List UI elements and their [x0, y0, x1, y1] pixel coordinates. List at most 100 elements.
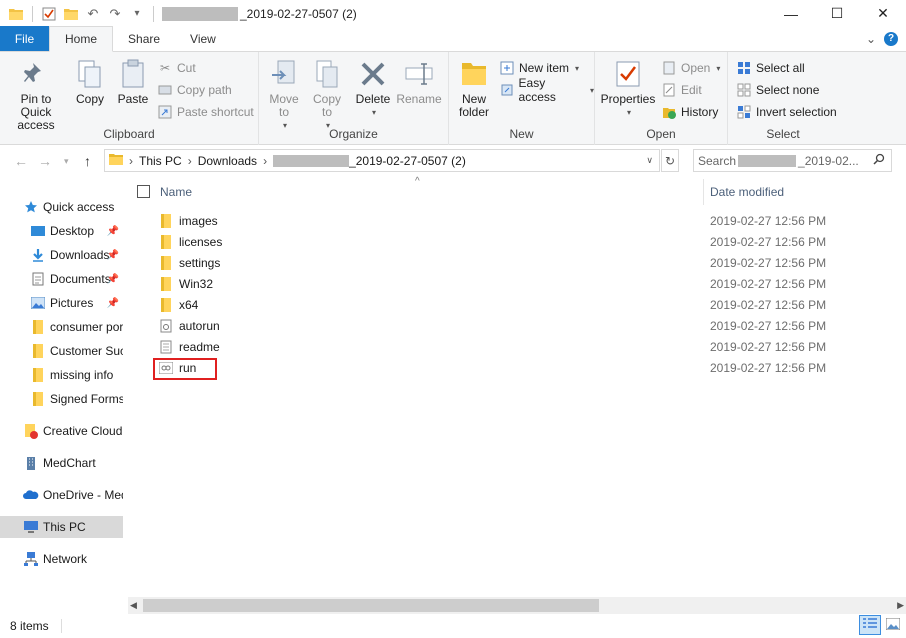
easy-access-button[interactable]: Easy access ▾ [499, 76, 594, 104]
forward-arrow-icon[interactable]: → [38, 153, 52, 169]
file-date: 2019-02-27 12:56 PM [710, 339, 827, 354]
delete-icon [357, 58, 389, 90]
address-dropdown-icon[interactable]: ∨ [646, 155, 653, 166]
nav-medchart[interactable]: MedChart [0, 452, 123, 474]
select-all-checkbox[interactable] [137, 185, 150, 198]
column-divider[interactable] [703, 179, 704, 205]
nav-customer-success[interactable]: Customer Success [0, 340, 123, 362]
up-arrow-icon[interactable]: ↑ [84, 153, 91, 169]
search-input[interactable]: Search _2019-02... [693, 149, 892, 172]
rename-button[interactable]: Rename [396, 58, 442, 106]
details-view-button[interactable] [859, 615, 881, 635]
desktop-icon [30, 223, 46, 239]
config-file-icon [158, 318, 174, 334]
new-item-button[interactable]: New item ▾ [499, 58, 579, 78]
nav-signed-forms[interactable]: Signed Forms [0, 388, 123, 410]
breadcrumb-current-folder[interactable]: _2019-02-27-0507 (2) [273, 154, 466, 168]
redacted-title [162, 6, 238, 21]
file-row-readme[interactable]: readme 2019-02-27 12:56 PM [152, 336, 902, 357]
nav-missing-info[interactable]: missing info [0, 364, 123, 386]
nav-downloads[interactable]: Downloads 📌 [0, 244, 123, 266]
dropdown-icon: ▾ [716, 63, 721, 73]
separator [32, 5, 33, 22]
copy-button[interactable]: Copy [74, 58, 106, 106]
column-name[interactable]: Name [160, 185, 192, 199]
new-folder-icon[interactable] [61, 3, 81, 25]
copy-icon [74, 58, 106, 90]
history-button[interactable]: History [661, 102, 718, 122]
help-icon[interactable]: ? [884, 31, 898, 46]
scroll-left-icon[interactable]: ◀ [130, 600, 137, 611]
tab-file[interactable]: File [0, 26, 49, 51]
nav-consumer-portal[interactable]: consumer portal [0, 316, 123, 338]
file-row-settings[interactable]: settings 2019-02-27 12:56 PM [152, 252, 902, 273]
nav-creative-cloud[interactable]: Creative Cloud Files [0, 420, 123, 442]
file-date: 2019-02-27 12:56 PM [710, 318, 827, 333]
paste-icon [117, 58, 149, 90]
large-icons-view-button[interactable] [882, 615, 904, 635]
nav-this-pc[interactable]: This PC [0, 516, 123, 538]
easy-access-icon [499, 82, 515, 98]
collapse-ribbon-icon[interactable]: ⌄ [866, 32, 876, 46]
close-button[interactable]: ✕ [860, 0, 906, 27]
select-all-button[interactable]: Select all [736, 58, 805, 78]
ribbon-right-controls: ⌄ ? [866, 26, 906, 51]
tab-view[interactable]: View [175, 26, 231, 51]
refresh-button[interactable]: ↻ [661, 149, 679, 172]
copy-to-button[interactable]: Copy to ▾ [310, 58, 344, 132]
clipboard-group: Pin to Quick access Copy Paste ✂ Cut Cop… [0, 52, 259, 145]
search-icon[interactable] [873, 153, 885, 168]
star-icon [23, 199, 39, 215]
file-date: 2019-02-27 12:56 PM [710, 234, 827, 249]
address-bar[interactable]: › This PC › Downloads › _2019-02-27-0507… [104, 149, 660, 172]
tab-home[interactable]: Home [49, 26, 114, 52]
back-arrow-icon[interactable]: ← [14, 153, 28, 169]
paste-button[interactable]: Paste [116, 58, 150, 106]
nav-network[interactable]: Network [0, 548, 123, 570]
scrollbar-thumb[interactable] [143, 599, 599, 612]
tab-share[interactable]: Share [113, 26, 175, 51]
organize-group: Move to ▾ Copy to ▾ Delete ▾ Rename Orga… [259, 52, 449, 145]
nav-quick-access[interactable]: Quick access [0, 196, 123, 218]
customize-toolbar-icon[interactable]: ▾ [127, 3, 147, 25]
file-row-images[interactable]: images 2019-02-27 12:56 PM [152, 210, 902, 231]
maximize-button[interactable]: ☐ [814, 0, 860, 27]
select-none-button[interactable]: Select none [736, 80, 819, 100]
file-row-win32[interactable]: Win32 2019-02-27 12:56 PM [152, 273, 902, 294]
move-to-button[interactable]: Move to ▾ [266, 58, 302, 132]
rename-icon [403, 58, 435, 90]
file-name: images [179, 213, 218, 228]
recent-locations-icon[interactable]: ▾ [64, 156, 69, 167]
edit-button[interactable]: Edit [661, 80, 702, 100]
ribbon-tabs: File Home Share View ⌄ ? [0, 26, 906, 52]
paste-shortcut-button[interactable]: Paste shortcut [157, 102, 254, 122]
new-folder-button[interactable]: New folder [457, 58, 491, 119]
folder-icon[interactable] [6, 3, 26, 25]
cut-button[interactable]: ✂ Cut [157, 58, 196, 78]
nav-onedrive[interactable]: OneDrive - MedChart [0, 484, 123, 506]
breadcrumb-downloads[interactable]: Downloads [198, 154, 257, 168]
column-date-modified[interactable]: Date modified [710, 185, 784, 199]
folder-icon [30, 367, 46, 383]
scroll-right-icon[interactable]: ▶ [897, 600, 904, 611]
invert-selection-button[interactable]: Invert selection [736, 102, 837, 122]
minimize-button[interactable]: — [768, 0, 814, 27]
redo-icon[interactable]: ↷ [105, 3, 125, 25]
nav-desktop[interactable]: Desktop 📌 [0, 220, 123, 242]
folder-icon [158, 234, 174, 250]
open-button[interactable]: Open ▾ [661, 58, 720, 78]
breadcrumb-this-pc[interactable]: This PC [139, 154, 182, 168]
properties-icon[interactable] [39, 3, 59, 25]
pin-quick-access-button[interactable]: Pin to Quick access [4, 58, 68, 132]
horizontal-scrollbar[interactable]: ◀ ▶ [128, 597, 906, 614]
undo-icon[interactable]: ↶ [83, 3, 103, 25]
copy-path-button[interactable]: Copy path [157, 80, 232, 100]
file-row-licenses[interactable]: licenses 2019-02-27 12:56 PM [152, 231, 902, 252]
nav-pictures[interactable]: Pictures 📌 [0, 292, 123, 314]
nav-documents[interactable]: Documents 📌 [0, 268, 123, 290]
delete-button[interactable]: Delete ▾ [355, 58, 391, 119]
properties-button[interactable]: Properties ▾ [599, 58, 657, 119]
file-row-autorun[interactable]: autorun 2019-02-27 12:56 PM [152, 315, 902, 336]
file-row-run[interactable]: run 2019-02-27 12:56 PM [152, 357, 902, 378]
file-row-x64[interactable]: x64 2019-02-27 12:56 PM [152, 294, 902, 315]
